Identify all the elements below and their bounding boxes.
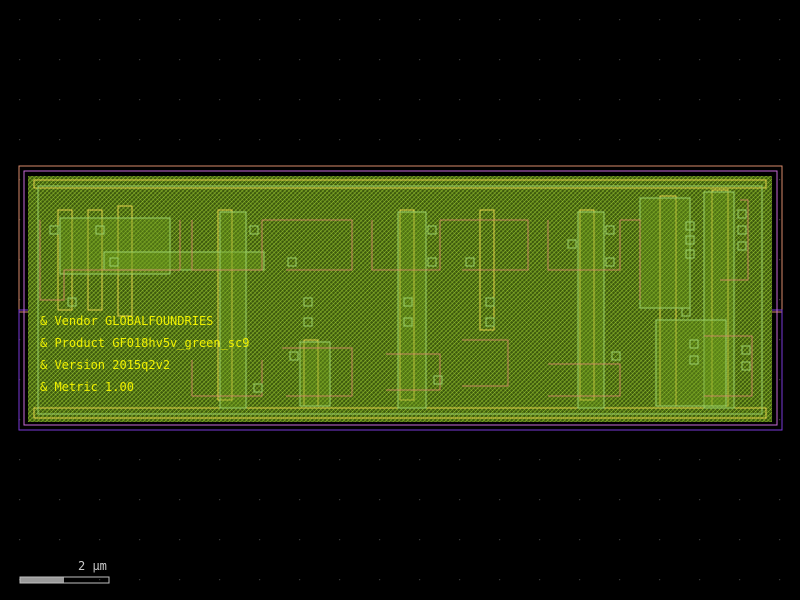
annotation-metric: & Metric 1.00 — [40, 380, 134, 394]
annotation-vendor: & Vendor GLOBALFOUNDRIES — [40, 314, 213, 328]
annotation-version: & Version 2015q2v2 — [40, 358, 170, 372]
annotation-product: & Product GF018hv5v_green_sc9 — [40, 336, 250, 350]
layout-canvas: & Vendor GLOBALFOUNDRIES & Product GF018… — [0, 0, 800, 600]
scale-bar-fill — [20, 577, 64, 583]
scale-bar-label: 2 µm — [78, 559, 107, 573]
